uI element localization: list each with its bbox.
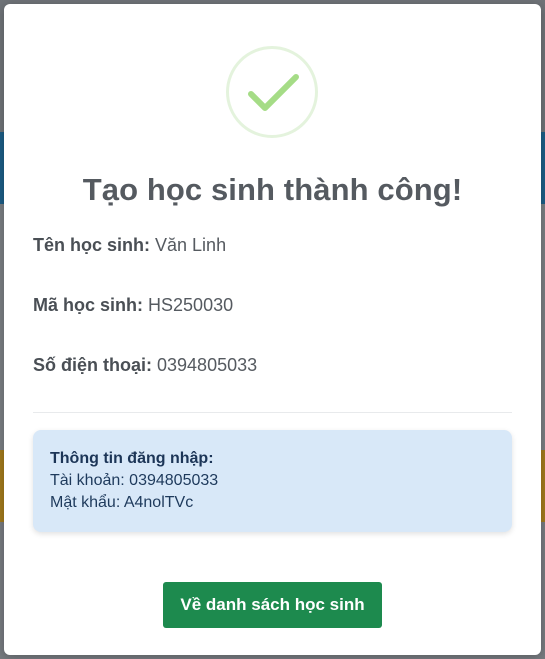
divider (33, 412, 512, 413)
account-label: Tài khoản: (50, 472, 125, 489)
password-value: A4nolTVc (123, 494, 194, 511)
account-line: Tài khoản: 0394805033 (50, 472, 218, 490)
student-name-label: Tên học sinh: (33, 235, 150, 255)
check-circle-icon (226, 46, 318, 138)
password-label: Mật khẩu: (50, 494, 121, 511)
success-dialog: Tạo học sinh thành công! Tên học sinh: V… (4, 4, 541, 655)
student-code-label: Mã học sinh: (33, 295, 144, 315)
student-name-row: Tên học sinh: Văn Linh (33, 235, 226, 256)
login-info-box: Thông tin đăng nhập: Tài khoản: 03948050… (33, 430, 512, 532)
dialog-title: Tạo học sinh thành công! (82, 172, 463, 207)
password-line: Mật khẩu: A4nolTVc (50, 494, 193, 512)
account-value: 0394805033 (129, 472, 219, 489)
student-name-value: Văn Linh (155, 235, 227, 255)
phone-row: Số điện thoại: 0394805033 (33, 355, 257, 376)
login-info-heading: Thông tin đăng nhập: (50, 450, 214, 467)
student-code-row: Mã học sinh: HS250030 (33, 295, 233, 316)
phone-value: 0394805033 (157, 355, 258, 375)
phone-label: Số điện thoại: (33, 355, 152, 375)
back-to-student-list-button[interactable]: Về danh sách học sinh (163, 582, 382, 628)
student-code-value: HS250030 (148, 295, 234, 315)
